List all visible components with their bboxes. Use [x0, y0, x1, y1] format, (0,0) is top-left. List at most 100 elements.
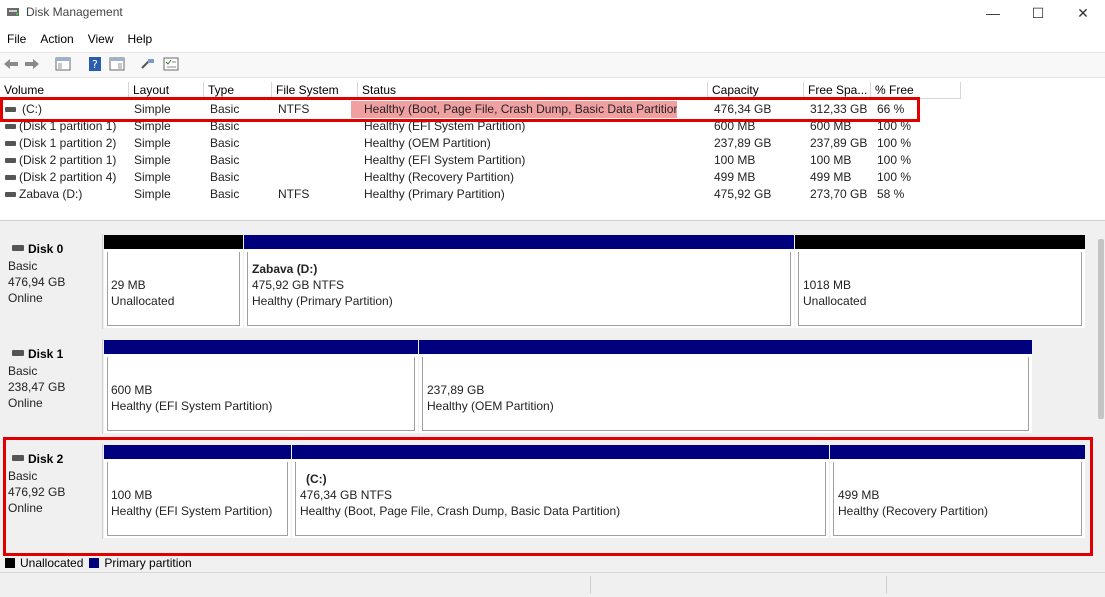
- volume-drive-icon: [5, 175, 16, 180]
- disk-state: Online: [8, 291, 43, 305]
- column-header-status[interactable]: Status: [358, 82, 708, 99]
- volume-capacity: 237,89 GB: [714, 136, 772, 150]
- volume-row-disk1-part1[interactable]: (Disk 1 partition 1) Simple Basic Health…: [0, 118, 1105, 135]
- volume-free-space: 312,33 GB: [810, 102, 868, 116]
- disk-size: 238,47 GB: [8, 380, 66, 394]
- partition-status: Unallocated: [111, 294, 175, 308]
- partition-disk2-c[interactable]: (C:) 476,34 GB NTFS Healthy (Boot, Page …: [292, 445, 829, 538]
- partition-size: 475,92 GB NTFS: [252, 278, 345, 292]
- menu-view[interactable]: View: [81, 32, 121, 46]
- disk-kind: Basic: [8, 259, 38, 273]
- help-icon[interactable]: ?: [86, 56, 104, 72]
- partition-bar: [104, 340, 418, 354]
- volume-name: (Disk 2 partition 1): [19, 153, 117, 167]
- partition-size: 29 MB: [111, 278, 146, 292]
- partition-bar: [795, 235, 1085, 249]
- column-header-volume[interactable]: Volume: [0, 82, 129, 99]
- partition-bar: [244, 235, 794, 249]
- volume-capacity: 475,92 GB: [714, 187, 772, 201]
- volume-name: (Disk 1 partition 1): [19, 119, 117, 133]
- volume-free-space: 499 MB: [810, 170, 852, 184]
- partition-disk1-efi[interactable]: 600 MB Healthy (EFI System Partition): [104, 340, 418, 433]
- maximize-button[interactable]: ☐: [1015, 0, 1061, 26]
- legend-label-primary: Primary partition: [104, 556, 192, 570]
- volume-layout: Simple: [134, 153, 171, 167]
- menu-help[interactable]: Help: [121, 32, 160, 46]
- column-header-capacity[interactable]: Capacity: [708, 82, 804, 99]
- disk-size: 476,92 GB: [8, 485, 66, 499]
- close-button[interactable]: ✕: [1060, 0, 1105, 26]
- status-bar-divider: [590, 576, 591, 594]
- disk-2-label[interactable]: Disk 2 Basic 476,92 GB Online: [3, 444, 103, 539]
- partition-bar: [104, 445, 291, 459]
- legend: Unallocated Primary partition: [0, 554, 1105, 572]
- volume-layout: Simple: [134, 102, 171, 116]
- vertical-scrollbar[interactable]: [1097, 229, 1105, 554]
- volume-status: Healthy (EFI System Partition): [364, 119, 526, 133]
- volume-row-disk2-part1[interactable]: (Disk 2 partition 1) Simple Basic Health…: [0, 152, 1105, 169]
- forward-icon[interactable]: [23, 56, 41, 72]
- column-header-type[interactable]: Type: [204, 82, 272, 99]
- volume-drive-icon: [5, 192, 16, 197]
- partition-status: Healthy (OEM Partition): [427, 399, 554, 413]
- connect-virtual-disk-icon[interactable]: [139, 56, 157, 72]
- legend-swatch-primary: [89, 558, 100, 568]
- partition-disk2-recovery[interactable]: 499 MB Healthy (Recovery Partition): [830, 445, 1085, 538]
- volume-free-space: 237,89 GB: [810, 136, 868, 150]
- volume-row-disk1-part2[interactable]: (Disk 1 partition 2) Simple Basic Health…: [0, 135, 1105, 152]
- column-header-free-space[interactable]: Free Spa...: [804, 82, 871, 99]
- disk-1-label[interactable]: Disk 1 Basic 238,47 GB Online: [3, 339, 103, 434]
- partition-disk2-efi[interactable]: 100 MB Healthy (EFI System Partition): [104, 445, 291, 538]
- volume-type: Basic: [210, 170, 240, 184]
- partition-disk0-zabava-d[interactable]: Zabava (D:) 475,92 GB NTFS Healthy (Prim…: [244, 235, 794, 328]
- scrollbar-thumb[interactable]: [1098, 239, 1104, 419]
- partition-bar: [292, 445, 829, 459]
- volume-type: Basic: [210, 119, 240, 133]
- volume-row-c[interactable]: (C:) Simple Basic NTFS Healthy (Boot, Pa…: [0, 101, 1105, 118]
- column-header-percent-free[interactable]: % Free: [871, 82, 961, 99]
- partition-disk0-unallocated-1[interactable]: 29 MB Unallocated: [104, 235, 243, 328]
- volume-percent-free: 100 %: [877, 170, 912, 184]
- volume-drive-icon: [5, 141, 16, 146]
- disk-name: Disk 2: [28, 452, 64, 466]
- svg-text:?: ?: [92, 58, 98, 71]
- title-bar: Disk Management — ☐ ✕: [0, 0, 1105, 26]
- menu-action[interactable]: Action: [33, 32, 80, 46]
- volume-free-space: 600 MB: [810, 119, 852, 133]
- volume-capacity: 476,34 GB: [714, 102, 772, 116]
- volume-row-zabava-d[interactable]: Zabava (D:) Simple Basic NTFS Healthy (P…: [0, 186, 1105, 203]
- menu-file[interactable]: File: [0, 32, 33, 46]
- disk-0-label[interactable]: Disk 0 Basic 476,94 GB Online: [3, 234, 103, 329]
- volume-status: Healthy (Primary Partition): [364, 187, 505, 201]
- volume-status: Healthy (OEM Partition): [364, 136, 491, 150]
- minimize-button[interactable]: —: [970, 0, 1016, 26]
- disk-size: 476,94 GB: [8, 275, 66, 289]
- disk-name: Disk 0: [28, 242, 64, 256]
- volume-row-disk2-part4[interactable]: (Disk 2 partition 4) Simple Basic Health…: [0, 169, 1105, 186]
- disk-kind: Basic: [8, 364, 38, 378]
- partition-size: 1018 MB: [803, 278, 852, 292]
- show-hide-action-pane-icon[interactable]: [108, 56, 126, 72]
- volume-type: Basic: [210, 136, 240, 150]
- partition-disk1-oem[interactable]: 237,89 GB Healthy (OEM Partition): [419, 340, 1032, 433]
- volume-name: (Disk 2 partition 4): [19, 170, 117, 184]
- disk-state: Online: [8, 396, 43, 410]
- show-hide-console-tree-icon[interactable]: [54, 56, 72, 72]
- volume-list: Volume Layout Type File System Status Ca…: [0, 80, 1105, 220]
- partition-disk0-unallocated-2[interactable]: 1018 MB Unallocated: [795, 235, 1085, 328]
- partition-status: Healthy (EFI System Partition): [111, 504, 273, 518]
- volume-layout: Simple: [134, 187, 171, 201]
- disk-management-icon: [7, 8, 19, 16]
- properties-icon[interactable]: [162, 56, 180, 72]
- back-icon[interactable]: [2, 56, 20, 72]
- partition-size: 600 MB: [111, 383, 153, 397]
- volume-name: (Disk 1 partition 2): [19, 136, 117, 150]
- volume-percent-free: 66 %: [877, 102, 905, 116]
- column-header-layout[interactable]: Layout: [129, 82, 204, 99]
- volume-status: Healthy (Boot, Page File, Crash Dump, Ba…: [351, 101, 677, 118]
- disk-map-pane: Disk 0 Basic 476,94 GB Online 29 MB Unal…: [0, 229, 1097, 554]
- volume-free-space: 273,70 GB: [810, 187, 868, 201]
- volume-layout: Simple: [134, 136, 171, 150]
- column-header-file-system[interactable]: File System: [272, 82, 358, 99]
- volume-status: Healthy (Recovery Partition): [364, 170, 515, 184]
